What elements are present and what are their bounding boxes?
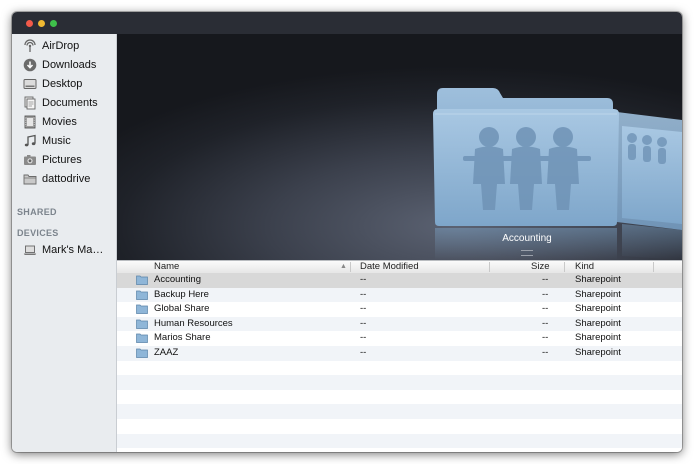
sidebar-item-desktop[interactable]: Desktop xyxy=(12,75,116,93)
empty-row xyxy=(117,404,682,419)
file-name: Backup Here xyxy=(154,288,209,300)
file-date: -- xyxy=(360,303,367,315)
file-date: -- xyxy=(360,317,367,329)
file-row-marios-share[interactable]: Marios Share -- -- Sharepoint xyxy=(117,331,682,346)
folder-icon xyxy=(136,290,148,300)
file-name: Global Share xyxy=(154,303,210,315)
sidebar-item-movies[interactable]: Movies xyxy=(12,113,116,131)
cover-flow-resize-handle[interactable] xyxy=(521,250,533,256)
folder-icon xyxy=(136,348,148,358)
cover-flow[interactable]: Accounting xyxy=(117,34,682,260)
sidebar-item-label: Documents xyxy=(42,97,98,109)
file-row-global-share[interactable]: Global Share -- -- Sharepoint xyxy=(117,302,682,317)
column-header: Name ▲ Date Modified Size Kind xyxy=(117,260,682,274)
file-name: Human Resources xyxy=(154,317,233,329)
cover-flow-artwork xyxy=(433,88,682,260)
file-row-backup-here[interactable]: Backup Here -- -- Sharepoint xyxy=(117,287,682,303)
file-size: -- xyxy=(542,303,549,315)
sidebar-item-label: AirDrop xyxy=(42,40,80,52)
movies-icon xyxy=(24,115,36,129)
file-row-accounting[interactable]: Accounting -- -- Sharepoint xyxy=(117,273,682,288)
title-bar[interactable] xyxy=(12,12,682,34)
file-kind: Sharepoint xyxy=(575,274,621,285)
file-size: -- xyxy=(542,317,549,329)
sidebar-item-label: Music xyxy=(42,135,71,147)
downloads-icon xyxy=(23,58,37,72)
music-icon xyxy=(24,134,36,147)
sort-ascending-icon: ▲ xyxy=(340,263,347,270)
empty-row xyxy=(117,361,682,376)
zoom-button[interactable] xyxy=(50,20,57,27)
sidebar-item-pictures[interactable]: Pictures xyxy=(12,151,116,169)
file-list: Accounting -- -- Sharepoint Backup Here … xyxy=(117,273,682,452)
desktop-icon xyxy=(23,79,37,89)
sidebar-item-label: Pictures xyxy=(42,154,82,166)
close-button[interactable] xyxy=(26,20,33,27)
file-date: -- xyxy=(360,347,367,358)
sidebar-item-label: Downloads xyxy=(42,59,97,71)
empty-row xyxy=(117,390,682,405)
sidebar-item-label: Movies xyxy=(42,116,77,128)
pictures-icon xyxy=(24,155,36,165)
file-kind: Sharepoint xyxy=(575,317,621,329)
documents-icon xyxy=(24,96,36,110)
file-kind: Sharepoint xyxy=(575,332,621,344)
folder-icon xyxy=(136,275,148,285)
file-name: Accounting xyxy=(154,274,202,285)
file-name: ZAAZ xyxy=(154,347,179,358)
file-row-zaaz[interactable]: ZAAZ -- -- Sharepoint xyxy=(117,346,682,361)
laptop-icon xyxy=(23,245,37,255)
column-size[interactable]: Size xyxy=(531,261,549,273)
sidebar-item-device[interactable]: Mark's Ma… xyxy=(12,241,116,259)
folder-icon xyxy=(136,319,148,329)
file-size: -- xyxy=(542,288,549,300)
column-divider[interactable] xyxy=(564,262,565,272)
file-date: -- xyxy=(360,288,367,300)
folder-icon xyxy=(136,304,148,315)
cover-flow-title: Accounting xyxy=(502,233,552,244)
column-divider[interactable] xyxy=(489,262,490,272)
column-name[interactable]: Name xyxy=(154,261,179,273)
airdrop-icon xyxy=(24,39,36,52)
sidebar-item-label: Mark's Ma… xyxy=(42,244,104,256)
file-size: -- xyxy=(542,347,549,358)
content-area: Accounting Name ▲ Date Modified Size Kin… xyxy=(117,34,682,452)
sidebar-item-dattodrive[interactable]: dattodrive xyxy=(12,170,116,188)
empty-row xyxy=(117,433,682,449)
finder-window: AirDrop Downloads Desktop Documents Movi… xyxy=(12,12,682,452)
file-kind: Sharepoint xyxy=(575,288,621,300)
side-folder-icon xyxy=(617,112,682,260)
empty-row xyxy=(117,419,682,434)
column-divider[interactable] xyxy=(653,262,654,272)
file-date: -- xyxy=(360,274,367,285)
sidebar-item-airdrop[interactable]: AirDrop xyxy=(12,37,116,55)
column-date-modified[interactable]: Date Modified xyxy=(360,261,419,273)
file-row-human-resources[interactable]: Human Resources -- -- Sharepoint xyxy=(117,316,682,332)
sidebar-item-documents[interactable]: Documents xyxy=(12,94,116,112)
sidebar-item-label: dattodrive xyxy=(42,173,91,185)
sidebar-item-downloads[interactable]: Downloads xyxy=(12,56,116,74)
file-kind: Sharepoint xyxy=(575,347,621,358)
folder-icon xyxy=(136,334,148,344)
file-size: -- xyxy=(542,332,549,344)
file-date: -- xyxy=(360,332,367,344)
sidebar-item-label: Desktop xyxy=(42,78,83,90)
sidebar: AirDrop Downloads Desktop Documents Movi… xyxy=(12,34,117,452)
file-name: Marios Share xyxy=(154,332,211,344)
sidebar-header-shared: SHARED xyxy=(17,207,57,217)
sidebar-item-music[interactable]: Music xyxy=(12,132,116,150)
column-divider[interactable] xyxy=(350,262,351,272)
file-size: -- xyxy=(542,274,549,285)
folder-icon xyxy=(23,174,37,185)
minimize-button[interactable] xyxy=(38,20,45,27)
file-kind: Sharepoint xyxy=(575,303,621,315)
column-kind[interactable]: Kind xyxy=(575,261,594,273)
empty-row xyxy=(117,375,682,390)
sidebar-header-devices: DEVICES xyxy=(17,228,59,238)
